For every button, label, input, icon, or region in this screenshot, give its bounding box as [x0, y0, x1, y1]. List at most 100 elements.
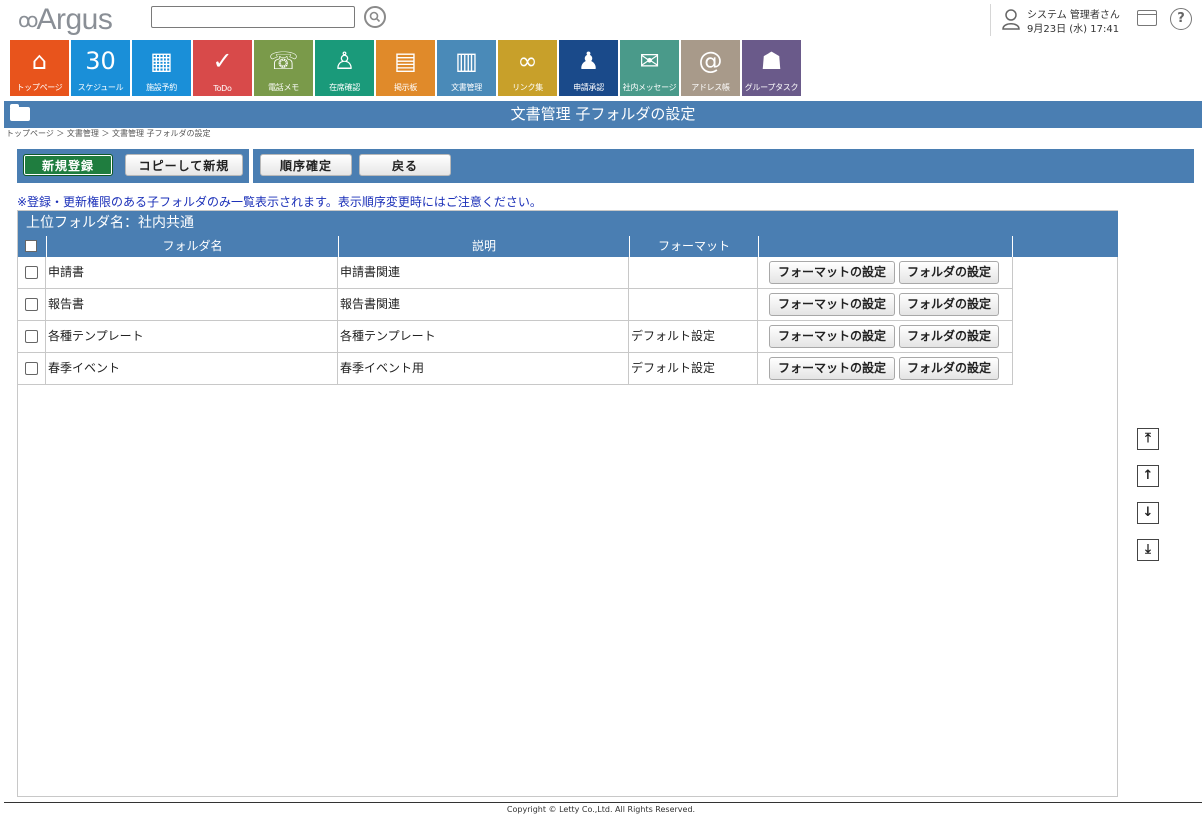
app-tile-label: 文書管理 [451, 83, 482, 92]
folder-settings-button[interactable]: フォルダの設定 [899, 261, 999, 284]
app-tile-label: 掲示板 [393, 83, 418, 92]
window-icon[interactable] [1137, 10, 1157, 26]
format-settings-button[interactable]: フォーマットの設定 [769, 261, 895, 284]
folder-name: 報告書 [46, 289, 338, 320]
app-tile-label: アドレス帳 [691, 83, 730, 92]
notice-text: ※登録・更新権限のある子フォルダのみ一覧表示されます。表示順序変更時にはご注意く… [17, 195, 542, 209]
search-icon[interactable] [364, 6, 386, 28]
app-tile-label: 電話メモ [268, 83, 299, 92]
column-description: 説明 [338, 236, 629, 257]
folder-settings-button[interactable]: フォルダの設定 [899, 357, 999, 380]
app-tile-10[interactable]: ✉ 社内メッセージ [620, 40, 679, 96]
toolbar: 新規登録 コピーして新規 順序確定 戻る [17, 149, 1194, 183]
folder-name: 申請書 [46, 257, 338, 288]
app-tile-5[interactable]: ♙ 在席確認 [315, 40, 374, 96]
folder-description: 春季イベント用 [338, 353, 629, 384]
row-select-cell [18, 353, 46, 384]
app-tile-0[interactable]: ⌂ トップページ [10, 40, 69, 96]
app-tile-label: トップページ [16, 83, 63, 92]
format-settings-button[interactable]: フォーマットの設定 [769, 293, 895, 316]
move-bottom-button[interactable]: ⤓ [1137, 539, 1159, 561]
breadcrumb[interactable]: トップページ ＞ 文書管理 ＞ 文書管理 子フォルダの設定 [6, 128, 211, 139]
column-format: フォーマット [629, 236, 758, 257]
column-spacer [1012, 236, 1118, 257]
format-settings-button[interactable]: フォーマットの設定 [769, 357, 895, 380]
new-button[interactable]: 新規登録 [23, 154, 113, 176]
app-tile-label: 在席確認 [329, 83, 360, 92]
table-header: フォルダ名 説明 フォーマット [18, 236, 1118, 257]
search-input[interactable] [151, 6, 355, 28]
title-bar: 文書管理 子フォルダの設定 [4, 101, 1202, 128]
copy-new-button[interactable]: コピーして新規 [125, 154, 243, 176]
folder-settings-button[interactable]: フォルダの設定 [899, 293, 999, 316]
app-tile-7[interactable]: ▥ 文書管理 [437, 40, 496, 96]
row-checkbox[interactable] [25, 298, 38, 311]
format-settings-button[interactable]: フォーマットの設定 [769, 325, 895, 348]
row-select-cell [18, 289, 46, 320]
app-tile-3[interactable]: ✓ ToDo [193, 40, 252, 96]
folder-description: 各種テンプレート [338, 321, 629, 352]
app-tile-label: 申請承認 [573, 83, 604, 92]
app-tile-2[interactable]: ▦ 施設予約 [132, 40, 191, 96]
header: oo Argus システム 管理者さん 9月23日 (水) 17:41 ? [0, 0, 1202, 40]
move-up-button[interactable]: ↑ [1137, 465, 1159, 487]
row-select-cell [18, 321, 46, 352]
table-row: 春季イベント 春季イベント用 デフォルト設定 フォーマットの設定 フォルダの設定 [18, 353, 1013, 385]
column-folder-name: フォルダ名 [46, 236, 338, 257]
app-tile-9[interactable]: ♟ 申請承認 [559, 40, 618, 96]
folder-format: デフォルト設定 [629, 321, 758, 352]
folder-name: 春季イベント [46, 353, 338, 384]
document-icon: ▥ [455, 47, 478, 75]
app-tile-label: ToDo [213, 84, 232, 93]
app-tile-label: スケジュール [77, 83, 124, 92]
parent-folder-name: 上位フォルダ名：社内共通 [18, 211, 1118, 236]
app-tile-4[interactable]: ☏ 電話メモ [254, 40, 313, 96]
row-select-cell [18, 257, 46, 288]
move-top-button[interactable]: ⤒ [1137, 428, 1159, 450]
link-icon: ∞ [517, 47, 538, 75]
row-checkbox[interactable] [25, 362, 38, 375]
logo-text: Argus [36, 3, 113, 36]
footer-divider [4, 802, 1202, 803]
calendar-icon: 30 [85, 47, 116, 75]
app-tile-11[interactable]: @ アドレス帳 [681, 40, 740, 96]
stamp-icon: ♟ [577, 47, 600, 75]
folder-description: 申請書関連 [338, 257, 629, 288]
app-tile-label: 施設予約 [146, 83, 177, 92]
folder-description: 報告書関連 [338, 289, 629, 320]
row-actions: フォーマットの設定 フォルダの設定 [758, 289, 1013, 320]
help-icon[interactable]: ? [1170, 8, 1192, 30]
copyright: Copyright © Letty Co.,Ltd. All Rights Re… [506, 805, 696, 814]
logo-rings-icon: oo [18, 8, 39, 32]
row-actions: フォーマットの設定 フォルダの設定 [758, 257, 1013, 288]
folder-format: デフォルト設定 [629, 353, 758, 384]
user-name: システム 管理者さん [1027, 10, 1120, 21]
app-tile-6[interactable]: ▤ 掲示板 [376, 40, 435, 96]
column-actions [758, 236, 1012, 257]
app-tile-12[interactable]: ☗ グループタスク [742, 40, 801, 96]
board-icon: ▤ [394, 47, 417, 75]
folder-settings-button[interactable]: フォルダの設定 [899, 325, 999, 348]
presence-icon: ♙ [333, 47, 356, 75]
row-checkbox[interactable] [25, 266, 38, 279]
toolbar-separator [249, 149, 253, 183]
todo-icon: ✓ [212, 47, 233, 75]
app-tile-label: リンク集 [512, 83, 543, 92]
app-tile-label: グループタスク [744, 83, 799, 92]
move-down-button[interactable]: ↓ [1137, 502, 1159, 524]
folder-name: 各種テンプレート [46, 321, 338, 352]
folder-format [629, 289, 758, 320]
order-confirm-button[interactable]: 順序確定 [260, 154, 352, 176]
select-all-checkbox[interactable] [25, 240, 37, 252]
group-task-icon: ☗ [760, 47, 783, 75]
row-checkbox[interactable] [25, 330, 38, 343]
phone-icon: ☏ [268, 47, 299, 75]
message-icon: ✉ [639, 47, 660, 75]
app-tile-1[interactable]: 30 スケジュール [71, 40, 130, 96]
table-row: 申請書 申請書関連 フォーマットの設定 フォルダの設定 [18, 257, 1013, 289]
app-tile-8[interactable]: ∞ リンク集 [498, 40, 557, 96]
table-row: 報告書 報告書関連 フォーマットの設定 フォルダの設定 [18, 289, 1013, 321]
back-button[interactable]: 戻る [359, 154, 451, 176]
user-area[interactable]: システム 管理者さん 9月23日 (水) 17:41 [990, 4, 1131, 36]
argus-logo[interactable]: oo Argus [18, 2, 113, 38]
